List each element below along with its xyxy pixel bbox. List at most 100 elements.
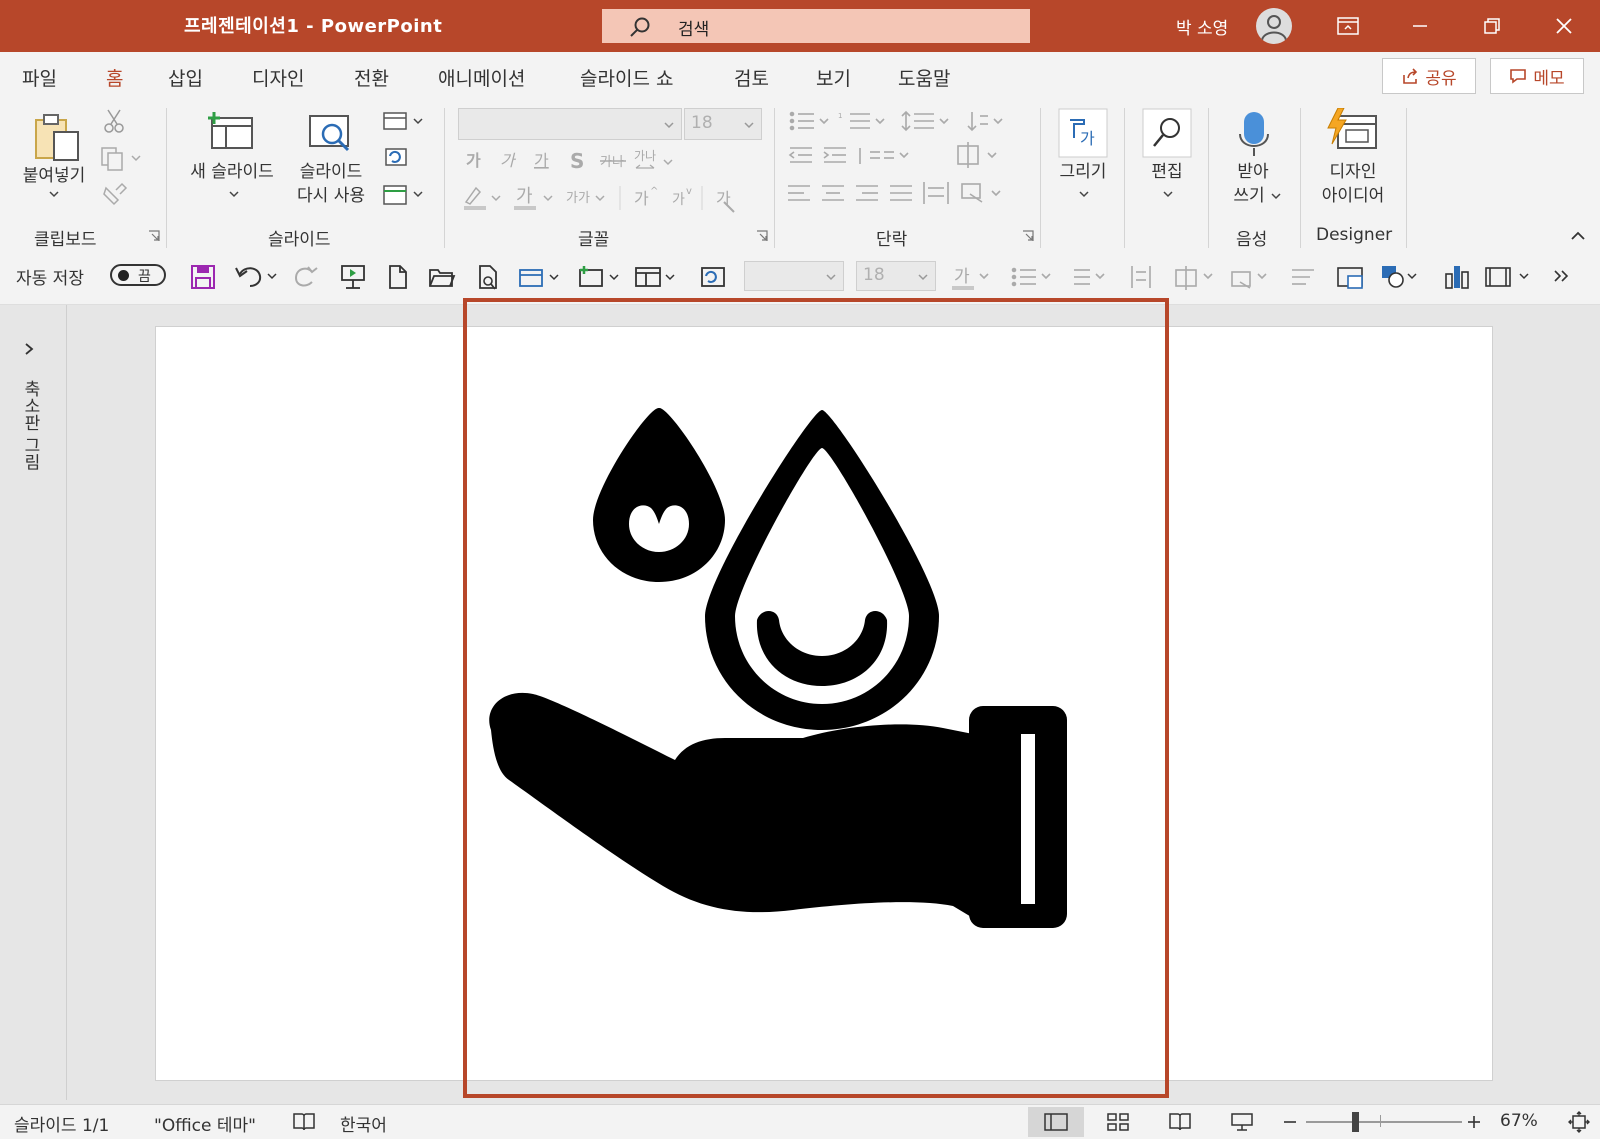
reuse-slides-icon[interactable] bbox=[306, 112, 356, 156]
chevron-down-icon[interactable] bbox=[1270, 190, 1282, 202]
microphone-icon[interactable] bbox=[1236, 110, 1272, 160]
close-button[interactable] bbox=[1534, 0, 1594, 52]
save-icon[interactable] bbox=[190, 264, 216, 290]
share-button[interactable]: 공유 bbox=[1382, 58, 1476, 94]
draw-icon[interactable]: 가 bbox=[1058, 108, 1108, 158]
dialog-launcher-icon[interactable] bbox=[756, 230, 768, 242]
tab-design[interactable]: 디자인 bbox=[252, 64, 304, 91]
dialog-launcher-icon[interactable] bbox=[1022, 230, 1034, 242]
zoom-in-icon[interactable] bbox=[1466, 1113, 1482, 1131]
new-slide-icon[interactable] bbox=[578, 264, 624, 290]
group-slides-label: 슬라이드 bbox=[268, 230, 331, 250]
group-font-label: 글꼴 bbox=[578, 230, 610, 250]
print-preview-icon[interactable] bbox=[476, 264, 500, 292]
search-box[interactable]: 검색 bbox=[602, 9, 1030, 43]
paragraph-icons[interactable]: 1 bbox=[788, 108, 1028, 218]
start-slideshow-icon[interactable] bbox=[340, 264, 366, 290]
redo-icon[interactable] bbox=[292, 264, 320, 290]
group-paragraph-label: 단락 bbox=[876, 230, 908, 250]
slide-layout-icon[interactable] bbox=[634, 264, 680, 290]
qat-format-icons[interactable]: 가 bbox=[950, 262, 1550, 292]
new-file-icon[interactable] bbox=[386, 264, 410, 290]
group-separator bbox=[1124, 108, 1125, 248]
fit-to-window-icon[interactable] bbox=[1568, 1111, 1590, 1133]
chevron-down-icon[interactable] bbox=[1078, 188, 1090, 200]
reading-view-button[interactable] bbox=[1152, 1107, 1208, 1137]
restore-icon bbox=[1484, 18, 1500, 34]
ribbon-display-button[interactable] bbox=[1318, 0, 1378, 52]
avatar[interactable] bbox=[1256, 8, 1292, 44]
tab-animations[interactable]: 애니메이션 bbox=[438, 64, 525, 91]
reset-slide-icon[interactable] bbox=[698, 264, 726, 290]
format-painter-icon[interactable] bbox=[102, 182, 128, 208]
language[interactable]: 한국어 bbox=[340, 1111, 387, 1136]
open-folder-icon[interactable] bbox=[428, 264, 456, 290]
tab-insert[interactable]: 삽입 bbox=[168, 64, 203, 91]
layout-icon[interactable] bbox=[518, 264, 564, 290]
find-icon[interactable] bbox=[1142, 108, 1192, 158]
group-separator bbox=[1208, 108, 1209, 248]
zoom-slider-track[interactable] bbox=[1306, 1121, 1462, 1123]
paste-icon[interactable] bbox=[32, 112, 84, 164]
svg-text:가나: 가나 bbox=[600, 155, 624, 170]
paste-label: 붙여넣기 bbox=[22, 166, 86, 186]
design-ideas-icon[interactable] bbox=[1324, 108, 1380, 154]
svg-text:가: 가 bbox=[634, 189, 649, 208]
undo-icon[interactable] bbox=[234, 264, 280, 290]
zoom-slider-thumb[interactable] bbox=[1352, 1112, 1359, 1132]
cut-icon[interactable] bbox=[102, 108, 126, 134]
copy-icon[interactable] bbox=[100, 146, 144, 172]
chevron-down-icon bbox=[744, 122, 754, 129]
font-name-dropdown[interactable] bbox=[458, 108, 682, 140]
font-size-dropdown[interactable]: 18 bbox=[684, 108, 762, 140]
chevron-down-icon[interactable] bbox=[1162, 188, 1174, 200]
section-icon[interactable] bbox=[382, 182, 426, 208]
chevron-down-icon bbox=[664, 122, 674, 129]
minimize-button[interactable] bbox=[1390, 0, 1450, 52]
tab-file[interactable]: 파일 bbox=[22, 64, 57, 91]
normal-view-icon bbox=[1044, 1113, 1068, 1131]
tab-help[interactable]: 도움말 bbox=[898, 64, 950, 91]
qat-font-size-dropdown[interactable]: 18 bbox=[856, 261, 936, 291]
layout-icon[interactable] bbox=[382, 110, 426, 134]
tab-transitions[interactable]: 전환 bbox=[354, 64, 389, 91]
autosave-label: 자동 저장 bbox=[16, 269, 84, 289]
memo-label: 메모 bbox=[1533, 68, 1565, 89]
tab-slideshow[interactable]: 슬라이드 쇼 bbox=[580, 64, 673, 91]
slide-sorter-button[interactable] bbox=[1090, 1107, 1146, 1137]
chevron-down-icon bbox=[918, 274, 928, 281]
quick-access-toolbar: 자동 저장 끔 18 가 bbox=[0, 250, 1600, 305]
thumbnail-pane-label[interactable]: 축소판 그림 bbox=[18, 380, 43, 470]
zoom-out-icon[interactable] bbox=[1282, 1113, 1298, 1131]
toggle-state: 끔 bbox=[138, 269, 151, 285]
reset-icon[interactable] bbox=[382, 146, 410, 170]
title-bar: 프레젠테이션1 - PowerPoint 검색 박 소영 bbox=[0, 0, 1600, 52]
zoom-level[interactable]: 67% bbox=[1500, 1111, 1538, 1131]
group-separator bbox=[1300, 108, 1301, 248]
normal-view-button[interactable] bbox=[1028, 1107, 1084, 1137]
dialog-launcher-icon[interactable] bbox=[148, 230, 160, 242]
font-format-icons[interactable]: 가 가 가 S 가나 가나 bbox=[464, 146, 684, 176]
tab-review[interactable]: 검토 bbox=[734, 64, 769, 91]
tab-home[interactable]: 홈 bbox=[103, 64, 127, 101]
restore-button[interactable] bbox=[1462, 0, 1522, 52]
window-title: 프레젠테이션1 - PowerPoint bbox=[184, 16, 443, 37]
expand-pane-icon[interactable] bbox=[22, 341, 36, 357]
memo-button[interactable]: 메모 bbox=[1490, 58, 1584, 94]
user-name[interactable]: 박 소영 bbox=[1176, 14, 1228, 39]
new-slide-icon[interactable] bbox=[206, 112, 256, 152]
toggle-knob bbox=[118, 270, 129, 281]
chevron-down-icon[interactable] bbox=[228, 188, 240, 200]
more-commands-icon[interactable] bbox=[1552, 268, 1570, 284]
tab-view[interactable]: 보기 bbox=[816, 64, 851, 91]
slideshow-view-button[interactable] bbox=[1214, 1107, 1270, 1137]
qat-font-dropdown[interactable] bbox=[744, 261, 844, 291]
autosave-toggle[interactable]: 끔 bbox=[110, 264, 166, 286]
font-color-icons[interactable]: 가 가가 가 ^ 가v 가 bbox=[462, 182, 762, 214]
accessibility-icon[interactable] bbox=[292, 1112, 316, 1132]
group-separator bbox=[1406, 108, 1407, 248]
minimize-icon bbox=[1413, 25, 1427, 27]
group-voice-label: 음성 bbox=[1236, 230, 1268, 250]
chevron-down-icon[interactable] bbox=[48, 188, 60, 200]
collapse-ribbon-icon[interactable] bbox=[1570, 230, 1586, 242]
